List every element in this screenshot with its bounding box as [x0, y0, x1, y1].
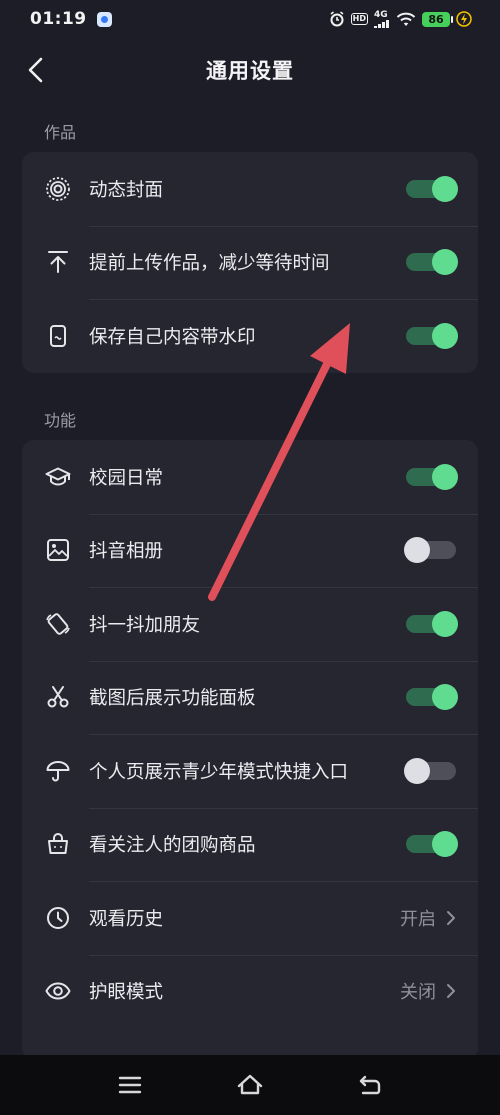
screenshot-panel-toggle[interactable] — [406, 684, 458, 711]
setting-row-screenshot: 截图后展示功能面板 — [22, 660, 478, 735]
setting-row-watermark: 保存自己内容带水印 — [22, 299, 478, 373]
setting-label: 个人页展示青少年模式快捷入口 — [89, 761, 349, 783]
photo-album-icon — [44, 536, 72, 564]
setting-row-pre-upload: 提前上传作品，减少等待时间 — [22, 225, 478, 300]
chevron-right-icon — [447, 984, 455, 999]
group-buy-toggle[interactable] — [406, 831, 458, 858]
section-label-works: 作品 — [44, 123, 77, 142]
header: 通用设置 — [0, 38, 500, 102]
eye-icon — [44, 977, 72, 1005]
setting-label: 校园日常 — [89, 467, 164, 489]
app-notification-icon — [96, 11, 112, 27]
alarm-icon — [329, 11, 345, 27]
setting-row-dynamic-cover: 动态封面 — [22, 152, 478, 226]
back-arrow-icon — [359, 1075, 381, 1095]
setting-label: 看关注人的团购商品 — [89, 835, 256, 857]
clock-icon — [44, 904, 72, 932]
hd-badge: HD — [350, 13, 368, 25]
campus-toggle[interactable] — [406, 463, 458, 490]
setting-label: 保存自己内容带水印 — [89, 326, 256, 348]
dynamic-cover-icon — [44, 175, 72, 203]
settings-card-works: 动态封面 提前上传作品，减少等待时间 保存自己内容带水印 — [22, 152, 478, 373]
back-button[interactable] — [18, 52, 54, 88]
section-label-features: 功能 — [44, 411, 77, 430]
battery-level: 86 — [422, 11, 453, 27]
setting-row-eye-care[interactable]: 护眼模式 关闭 — [22, 954, 478, 1029]
status-time: 01:19 — [30, 9, 87, 29]
setting-row-watch-history[interactable]: 观看历史 开启 — [22, 881, 478, 955]
setting-value: 关闭 — [400, 982, 436, 1004]
setting-row-teen-mode: 个人页展示青少年模式快捷入口 — [22, 734, 478, 808]
settings-card-features: 校园日常 抖音相册 抖一抖加朋友 截图后展示功能面板 个人页展示青少年模式快捷入… — [22, 440, 478, 1060]
chevron-left-icon — [28, 57, 43, 83]
setting-label: 抖音相册 — [89, 541, 164, 563]
chevron-right-icon — [447, 910, 455, 925]
page-title: 通用设置 — [206, 59, 294, 83]
dynamic-cover-toggle[interactable] — [406, 175, 458, 202]
setting-row-album: 抖音相册 — [22, 513, 478, 588]
teen-mode-toggle[interactable] — [404, 757, 456, 784]
signal-icon: 4G — [374, 9, 390, 28]
pre-upload-toggle[interactable] — [406, 249, 458, 276]
setting-label: 抖一抖加朋友 — [89, 614, 201, 636]
scissors-icon — [44, 683, 72, 711]
shake-toggle[interactable] — [406, 610, 458, 637]
status-icons: HD 4G 86 — [329, 9, 472, 28]
shopping-bag-icon — [44, 830, 72, 858]
setting-label: 护眼模式 — [89, 982, 164, 1004]
eye-care-value[interactable]: 关闭 — [400, 978, 456, 1004]
home-button[interactable] — [230, 1065, 270, 1105]
upload-icon — [44, 248, 72, 276]
charging-icon — [456, 11, 472, 27]
graduation-cap-icon — [44, 463, 72, 491]
menu-button[interactable] — [110, 1065, 150, 1105]
wifi-icon — [396, 12, 416, 27]
setting-label: 观看历史 — [89, 908, 164, 930]
phone-watermark-icon — [44, 322, 72, 350]
home-icon — [237, 1074, 263, 1095]
setting-row-shake: 抖一抖加朋友 — [22, 587, 478, 661]
back-nav-button[interactable] — [350, 1065, 390, 1105]
setting-label: 动态封面 — [89, 179, 164, 201]
menu-icon — [118, 1076, 142, 1094]
network-type: 4G — [374, 9, 388, 20]
status-bar: 01:19 HD 4G 86 — [0, 0, 500, 38]
umbrella-icon — [44, 757, 72, 785]
album-toggle[interactable] — [404, 537, 456, 564]
setting-value: 开启 — [400, 908, 436, 930]
setting-label: 截图后展示功能面板 — [89, 688, 256, 710]
setting-row-group-buy: 看关注人的团购商品 — [22, 807, 478, 882]
system-nav-bar — [0, 1055, 500, 1115]
setting-row-campus: 校园日常 — [22, 440, 478, 514]
shake-phone-icon — [44, 610, 72, 638]
watermark-toggle[interactable] — [406, 322, 458, 349]
setting-label: 提前上传作品，减少等待时间 — [89, 253, 330, 275]
watch-history-value[interactable]: 开启 — [400, 905, 456, 931]
